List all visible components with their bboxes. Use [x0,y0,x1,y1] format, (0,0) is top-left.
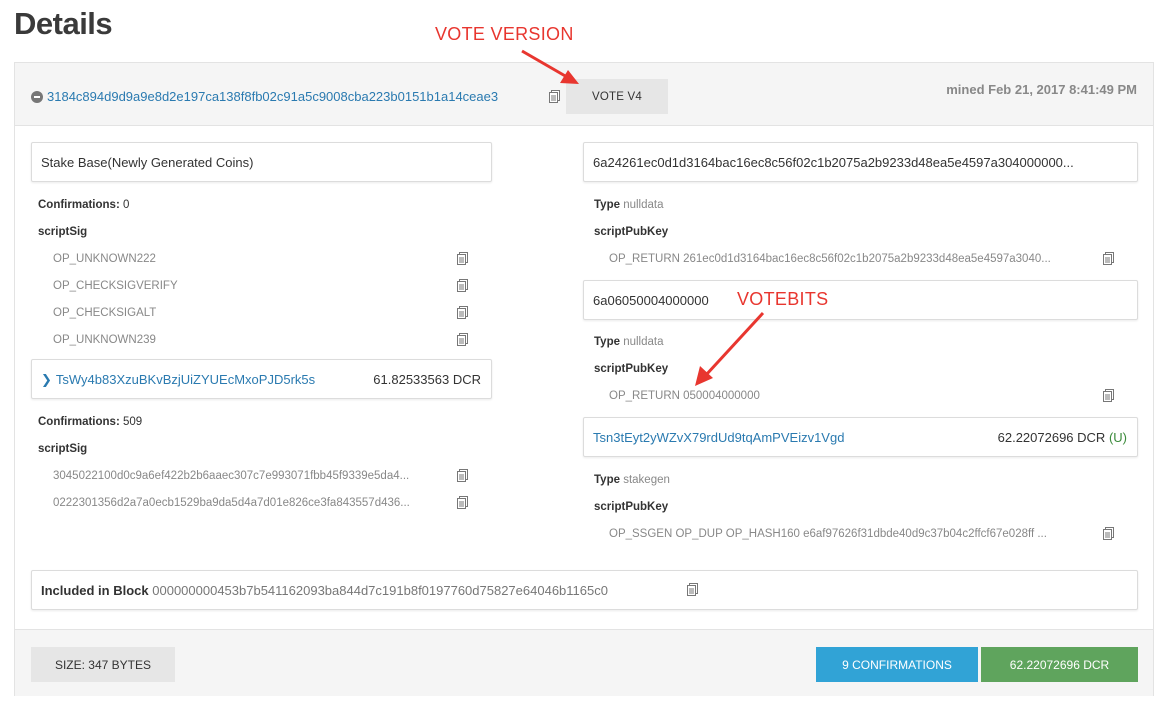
copy-icon[interactable] [457,333,468,346]
scriptpubkey-label: scriptPubKey [594,363,669,375]
block-text: Included in Block 000000000453b7b5411620… [41,583,608,598]
script-line: 0222301356d2a7a0ecb1529ba9da5d4a7d01e826… [53,497,410,509]
output-stakegen[interactable]: Tsn3tEyt2yWZvX79rdUd9tqAmPVEizv1Vgd 62.2… [583,417,1138,457]
script-line: OP_UNKNOWN239 [53,334,156,346]
mined-timestamp: mined Feb 21, 2017 8:41:49 PM [946,82,1137,97]
block-hash-link[interactable]: 000000000453b7b541162093ba844d7c191b8f01… [152,583,608,598]
output-nulldata-2: 6a06050004000000 [583,280,1138,320]
confirmations-button[interactable]: 9 CONFIRMATIONS [816,647,978,682]
transaction-body: Stake Base(Newly Generated Coins) Confir… [15,126,1153,630]
copy-icon[interactable] [687,583,698,596]
script-line: OP_CHECKSIGALT [53,307,157,319]
output-type: Type stakegen [594,474,670,486]
input-confirmations: Confirmations: 509 [38,416,143,428]
input-address-text: ❯ TsWy4b83XzuBKvBzjUiZYUEcMxoPJD5rk5s [41,372,315,388]
scriptpubkey-label: scriptPubKey [594,226,669,238]
output-address-link[interactable]: Tsn3tEyt2yWZvX79rdUd9tqAmPVEizv1Vgd [593,430,844,445]
script-line: OP_UNKNOWN222 [53,253,156,265]
annotation-votebits: VOTEBITS [737,289,829,309]
script-line: OP_RETURN 261ec0d1d3164bac16ec8c56f02c1b… [609,253,1051,265]
copy-icon[interactable] [457,496,468,509]
scriptsig-label: scriptSig [38,443,88,455]
output-nulldata-1: 6a24261ec0d1d3164bac16ec8c56f02c1b2075a2… [583,142,1138,182]
size-badge: SIZE: 347 BYTES [31,647,175,682]
input-address[interactable]: ❯ TsWy4b83XzuBKvBzjUiZYUEcMxoPJD5rk5s 61.… [31,359,492,399]
copy-icon[interactable] [1103,252,1114,265]
transaction-footer: SIZE: 347 BYTES 9 CONFIRMATIONS 62.22072… [15,630,1153,696]
copy-icon[interactable] [457,306,468,319]
collapse-icon[interactable] [31,91,43,103]
transaction-panel: 3184c894d9d9a9e8d2e197ca138f8fb02c91a5c9… [14,62,1154,696]
copy-icon[interactable] [1103,389,1114,402]
scriptpubkey-label: scriptPubKey [594,501,669,513]
output-header: 6a06050004000000 [593,293,709,308]
block-label: Included in Block [41,583,149,598]
total-amount-button[interactable]: 62.22072696 DCR [981,647,1138,682]
copy-icon[interactable] [549,90,560,103]
script-line: OP_CHECKSIGVERIFY [53,280,178,292]
vote-version-badge: VOTE V4 [566,79,668,114]
tx-hash-link[interactable]: 3184c894d9d9a9e8d2e197ca138f8fb02c91a5c9… [47,89,498,104]
transaction-header: 3184c894d9d9a9e8d2e197ca138f8fb02c91a5c9… [15,63,1153,126]
output-type: Type nulldata [594,199,664,211]
input-address-link[interactable]: TsWy4b83XzuBKvBzjUiZYUEcMxoPJD5rk5s [56,372,315,387]
script-line: OP_RETURN 050004000000 [609,390,760,402]
input-confirmations: Confirmations: 0 [38,199,130,211]
copy-icon[interactable] [457,279,468,292]
chevron-right-icon: ❯ [41,372,52,387]
input-amount: 61.82533563 DCR [373,372,481,387]
copy-icon[interactable] [1103,527,1114,540]
page-title: Details [14,6,113,41]
script-line: OP_SSGEN OP_DUP OP_HASH160 e6af97626f31d… [609,528,1047,540]
output-header: 6a24261ec0d1d3164bac16ec8c56f02c1b2075a2… [593,155,1074,170]
annotation-vote-version: VOTE VERSION [435,24,574,44]
unspent-badge: (U) [1108,430,1127,445]
copy-icon[interactable] [457,252,468,265]
included-in-block: Included in Block 000000000453b7b5411620… [31,570,1138,610]
output-type: Type nulldata [594,336,664,348]
output-amount: 62.22072696 DCR (U) [997,430,1127,445]
copy-icon[interactable] [457,469,468,482]
script-line: 3045022100d0c9a6ef422b2b6aaec307c7e99307… [53,470,410,482]
input-stakebase: Stake Base(Newly Generated Coins) [31,142,492,182]
input-title: Stake Base(Newly Generated Coins) [41,155,254,170]
scriptsig-label: scriptSig [38,226,88,238]
